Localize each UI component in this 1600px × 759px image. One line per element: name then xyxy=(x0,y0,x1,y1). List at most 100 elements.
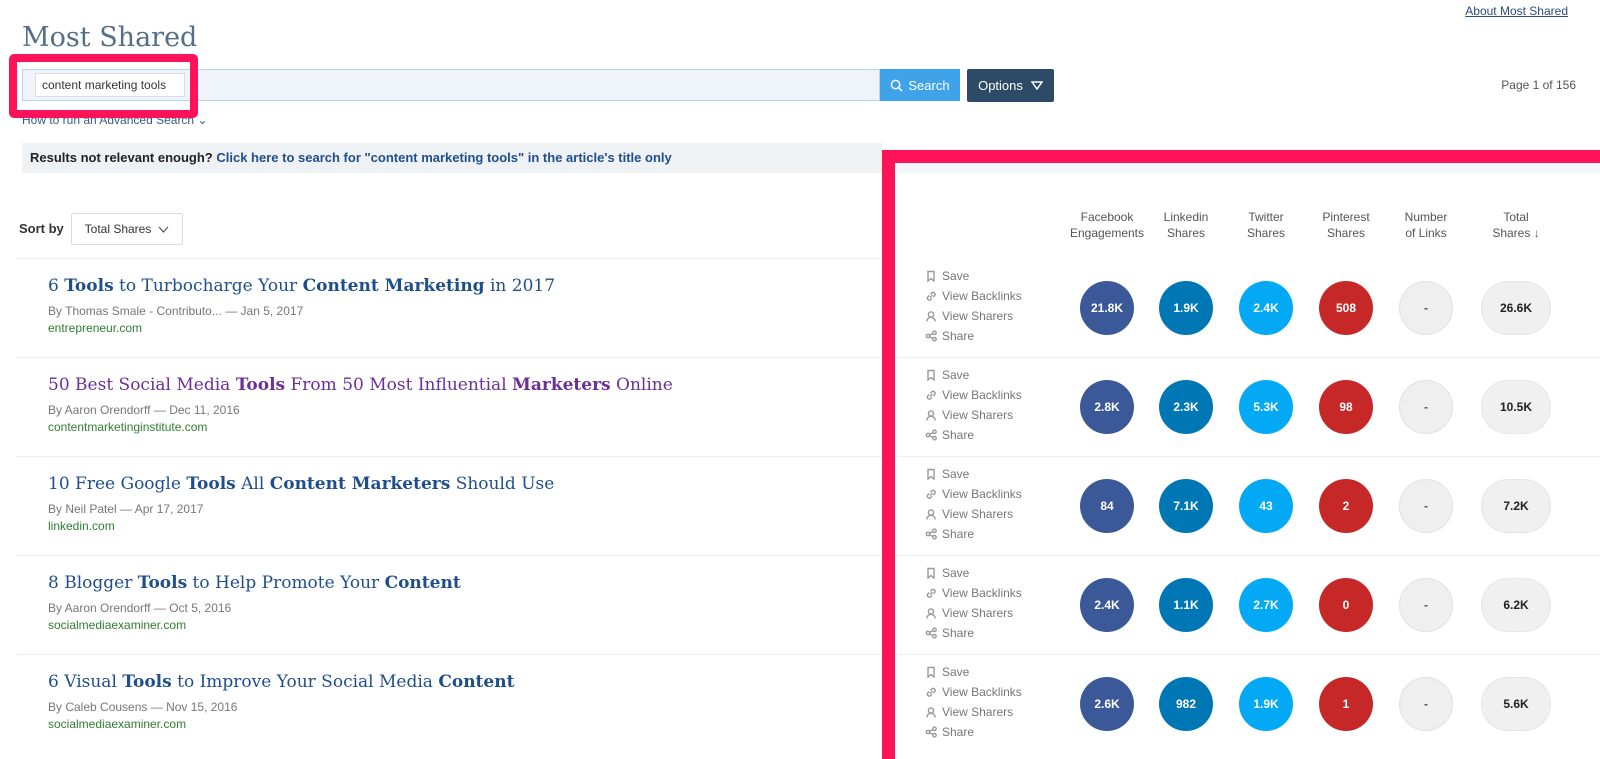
metric-facebook[interactable]: 2.6K xyxy=(1080,677,1134,731)
article-title-link[interactable]: 8 Blogger Tools to Help Promote Your Con… xyxy=(48,573,868,593)
column-header-facebook[interactable]: Facebook Engagements xyxy=(1067,209,1147,241)
metric-facebook[interactable]: 21.8K xyxy=(1080,281,1134,335)
action-save[interactable]: Save xyxy=(925,365,1022,385)
metric-twitter[interactable]: 2.4K xyxy=(1239,281,1293,335)
title-only-search-link[interactable]: Click here to search for "content market… xyxy=(216,150,671,165)
action-view-sharers[interactable]: View Sharers xyxy=(925,504,1022,524)
metric-facebook[interactable]: 84 xyxy=(1080,479,1134,533)
title-text: From 50 Most Influential xyxy=(285,375,513,395)
title-keyword: Content xyxy=(384,573,461,593)
article-title-link[interactable]: 10 Free Google Tools All Content Markete… xyxy=(48,474,868,494)
action-label: View Backlinks xyxy=(942,289,1022,303)
about-link[interactable]: About Most Shared xyxy=(1465,4,1568,18)
article-title-link[interactable]: 50 Best Social Media Tools From 50 Most … xyxy=(48,375,868,395)
action-save[interactable]: Save xyxy=(925,266,1022,286)
action-view-backlinks[interactable]: View Backlinks xyxy=(925,583,1022,603)
title-keyword: Content xyxy=(438,672,515,692)
article-author: By Aaron Orendorff xyxy=(48,601,151,615)
metric-pinterest[interactable]: 2 xyxy=(1319,479,1373,533)
metric-pinterest[interactable]: 98 xyxy=(1319,380,1373,434)
page-count: Page 1 of 156 xyxy=(1501,78,1576,92)
user-icon xyxy=(926,509,936,520)
action-label: View Sharers xyxy=(942,309,1014,323)
article-actions: Save View Backlinks View Sharers Share xyxy=(925,662,1022,742)
column-header-links[interactable]: Number of Links xyxy=(1386,209,1466,241)
title-text: 6 Visual xyxy=(48,672,123,692)
action-save[interactable]: Save xyxy=(925,563,1022,583)
action-share[interactable]: Share xyxy=(925,326,1022,346)
action-share[interactable]: Share xyxy=(925,524,1022,544)
article-item: 6 Visual Tools to Improve Your Social Me… xyxy=(48,672,868,731)
action-view-sharers[interactable]: View Sharers xyxy=(925,603,1022,623)
article-author: By Neil Patel xyxy=(48,502,117,516)
chevron-down-icon xyxy=(158,226,169,233)
article-actions: Save View Backlinks View Sharers Share xyxy=(925,563,1022,643)
article-meta: By Neil Patel — Apr 17, 2017 xyxy=(48,502,868,516)
article-domain[interactable]: linkedin.com xyxy=(48,519,868,533)
action-save[interactable]: Save xyxy=(925,464,1022,484)
action-label: View Backlinks xyxy=(942,685,1022,699)
action-share[interactable]: Share xyxy=(925,623,1022,643)
metric-linkedin[interactable]: 1.9K xyxy=(1159,281,1213,335)
share-icon xyxy=(925,726,937,738)
metric-facebook[interactable]: 2.8K xyxy=(1080,380,1134,434)
metric-twitter[interactable]: 5.3K xyxy=(1239,380,1293,434)
metric-pinterest[interactable]: 0 xyxy=(1319,578,1373,632)
article-item: 10 Free Google Tools All Content Markete… xyxy=(48,474,868,533)
column-header-linkedin[interactable]: Linkedin Shares xyxy=(1146,209,1226,241)
metric-linkedin[interactable]: 1.1K xyxy=(1159,578,1213,632)
link-icon xyxy=(926,489,936,499)
article-domain[interactable]: socialmediaexaminer.com xyxy=(48,717,868,731)
metric-total: 10.5K xyxy=(1481,380,1551,434)
action-view-backlinks[interactable]: View Backlinks xyxy=(925,286,1022,306)
metric-twitter[interactable]: 43 xyxy=(1239,479,1293,533)
article-author: By Thomas Smale - Contributo... xyxy=(48,304,222,318)
action-view-sharers[interactable]: View Sharers xyxy=(925,306,1022,326)
title-text: 50 Best Social Media xyxy=(48,375,236,395)
metrics-row-divider xyxy=(897,357,1600,358)
column-header-line: Number xyxy=(1404,210,1448,224)
column-header-twitter[interactable]: Twitter Shares xyxy=(1226,209,1306,241)
column-header-total[interactable]: Total Shares ↓ xyxy=(1476,209,1556,241)
metric-linkedin[interactable]: 2.3K xyxy=(1159,380,1213,434)
article-domain[interactable]: entrepreneur.com xyxy=(48,321,868,335)
metric-pinterest[interactable]: 1 xyxy=(1319,677,1373,731)
article-title-link[interactable]: 6 Visual Tools to Improve Your Social Me… xyxy=(48,672,868,692)
metric-twitter[interactable]: 2.7K xyxy=(1239,578,1293,632)
article-meta: By Aaron Orendorff — Dec 11, 2016 xyxy=(48,403,868,417)
options-button[interactable]: Options xyxy=(967,69,1054,102)
sort-select[interactable]: Total Shares xyxy=(71,213,183,245)
metric-facebook[interactable]: 2.4K xyxy=(1080,578,1134,632)
column-header-line: Pinterest xyxy=(1322,210,1370,224)
article-domain[interactable]: contentmarketinginstitute.com xyxy=(48,420,868,434)
title-text: 10 Free Google xyxy=(48,474,187,494)
action-share[interactable]: Share xyxy=(925,722,1022,742)
title-text: All xyxy=(235,474,270,494)
column-header-line: Twitter xyxy=(1248,210,1284,224)
action-view-backlinks[interactable]: View Backlinks xyxy=(925,385,1022,405)
search-button[interactable]: Search xyxy=(880,69,960,101)
meta-separator: — xyxy=(147,700,167,714)
search-icon xyxy=(891,79,903,92)
action-label: View Backlinks xyxy=(942,388,1022,402)
article-title-link[interactable]: 6 Tools to Turbocharge Your Content Mark… xyxy=(48,276,868,296)
action-view-sharers[interactable]: View Sharers xyxy=(925,702,1022,722)
title-text: in 2017 xyxy=(484,276,556,296)
action-view-backlinks[interactable]: View Backlinks xyxy=(925,484,1022,504)
action-view-backlinks[interactable]: View Backlinks xyxy=(925,682,1022,702)
metric-twitter[interactable]: 1.9K xyxy=(1239,677,1293,731)
action-label: Save xyxy=(942,467,970,481)
metric-linkedin[interactable]: 7.1K xyxy=(1159,479,1213,533)
action-share[interactable]: Share xyxy=(925,425,1022,445)
metric-linkedin[interactable]: 982 xyxy=(1159,677,1213,731)
action-view-sharers[interactable]: View Sharers xyxy=(925,405,1022,425)
article-domain[interactable]: socialmediaexaminer.com xyxy=(48,618,868,632)
action-label: Share xyxy=(942,428,975,442)
article-author: By Aaron Orendorff xyxy=(48,403,151,417)
article-item: 50 Best Social Media Tools From 50 Most … xyxy=(48,375,868,434)
metric-pinterest[interactable]: 508 xyxy=(1319,281,1373,335)
row-divider xyxy=(17,357,882,358)
meta-separator: — xyxy=(116,502,135,516)
action-save[interactable]: Save xyxy=(925,662,1022,682)
column-header-pinterest[interactable]: Pinterest Shares xyxy=(1306,209,1386,241)
